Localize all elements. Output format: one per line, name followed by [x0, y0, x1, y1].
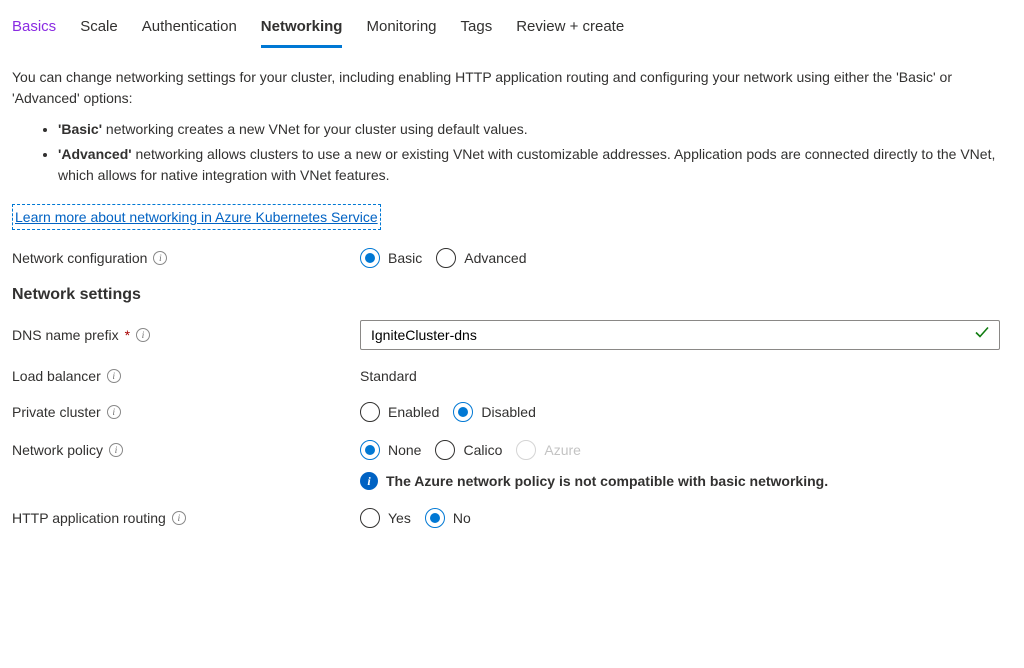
label-network-configuration: Network configuration — [12, 250, 147, 266]
bullet-basic-rest: networking creates a new VNet for your c… — [102, 121, 528, 137]
info-badge-icon: i — [360, 472, 378, 490]
radio-network-basic[interactable]: Basic — [360, 248, 422, 268]
wizard-tabs: Basics Scale Authentication Networking M… — [12, 12, 1012, 49]
bullet-advanced: 'Advanced' networking allows clusters to… — [58, 144, 1012, 186]
row-private-cluster: Private cluster i Enabled Disabled — [12, 402, 1012, 422]
tab-review-create[interactable]: Review + create — [516, 12, 624, 48]
label-dns-prefix: DNS name prefix — [12, 327, 119, 343]
info-icon[interactable]: i — [172, 511, 186, 525]
row-http-routing: HTTP application routing i Yes No — [12, 508, 1012, 528]
radio-private-enabled[interactable]: Enabled — [360, 402, 439, 422]
label-private-cluster: Private cluster — [12, 404, 101, 420]
tab-authentication[interactable]: Authentication — [142, 12, 237, 48]
learn-more-link[interactable]: Learn more about networking in Azure Kub… — [12, 204, 381, 230]
radio-label-disabled: Disabled — [481, 404, 535, 420]
intro-text: You can change networking settings for y… — [12, 67, 1012, 109]
radio-policy-azure: Azure — [516, 440, 581, 460]
tab-monitoring[interactable]: Monitoring — [366, 12, 436, 48]
radio-label-none: None — [388, 442, 421, 458]
radio-label-calico: Calico — [463, 442, 502, 458]
network-policy-info-note: i The Azure network policy is not compat… — [360, 472, 1012, 490]
row-network-policy: Network policy i None Calico Azure — [12, 440, 1012, 460]
required-asterisk: * — [125, 327, 130, 343]
tab-basics[interactable]: Basics — [12, 12, 56, 48]
radio-http-yes[interactable]: Yes — [360, 508, 411, 528]
info-note-text: The Azure network policy is not compatib… — [386, 473, 828, 489]
bullet-advanced-bold: 'Advanced' — [58, 146, 132, 162]
dns-prefix-input[interactable] — [360, 320, 1000, 350]
bullet-basic-bold: 'Basic' — [58, 121, 102, 137]
row-network-configuration: Network configuration i Basic Advanced — [12, 248, 1012, 268]
row-dns-prefix: DNS name prefix * i — [12, 320, 1012, 350]
check-icon — [974, 325, 990, 346]
radio-label-yes: Yes — [388, 510, 411, 526]
label-network-policy: Network policy — [12, 442, 103, 458]
intro-bullets: 'Basic' networking creates a new VNet fo… — [58, 119, 1012, 186]
radio-policy-calico[interactable]: Calico — [435, 440, 502, 460]
radio-label-advanced: Advanced — [464, 250, 526, 266]
section-title-network-settings: Network settings — [12, 286, 1012, 304]
info-icon[interactable]: i — [107, 405, 121, 419]
radio-label-azure: Azure — [544, 442, 581, 458]
radio-private-disabled[interactable]: Disabled — [453, 402, 535, 422]
label-load-balancer: Load balancer — [12, 368, 101, 384]
bullet-advanced-rest: networking allows clusters to use a new … — [58, 146, 995, 183]
info-icon[interactable]: i — [109, 443, 123, 457]
info-icon[interactable]: i — [153, 251, 167, 265]
radio-network-advanced[interactable]: Advanced — [436, 248, 526, 268]
radio-label-enabled: Enabled — [388, 404, 439, 420]
tab-scale[interactable]: Scale — [80, 12, 118, 48]
load-balancer-value: Standard — [360, 368, 417, 384]
label-http-routing: HTTP application routing — [12, 510, 166, 526]
tab-networking[interactable]: Networking — [261, 12, 343, 48]
info-icon[interactable]: i — [107, 369, 121, 383]
info-icon[interactable]: i — [136, 328, 150, 342]
radio-label-basic: Basic — [388, 250, 422, 266]
radio-http-no[interactable]: No — [425, 508, 471, 528]
row-load-balancer: Load balancer i Standard — [12, 368, 1012, 384]
tab-tags[interactable]: Tags — [461, 12, 493, 48]
bullet-basic: 'Basic' networking creates a new VNet fo… — [58, 119, 1012, 140]
radio-policy-none[interactable]: None — [360, 440, 421, 460]
radio-label-no: No — [453, 510, 471, 526]
